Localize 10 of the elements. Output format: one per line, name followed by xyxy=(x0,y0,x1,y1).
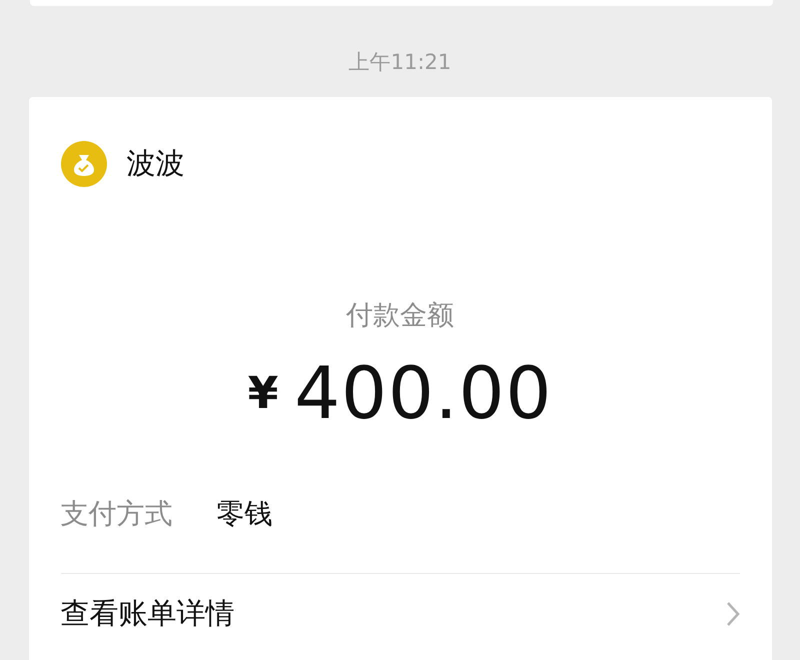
currency-symbol: ¥ xyxy=(248,368,278,418)
bill-details-link[interactable]: 查看账单详情 xyxy=(60,594,234,634)
amount-value: 400.00 xyxy=(294,351,552,435)
method-value: 零钱 xyxy=(216,496,272,532)
method-label: 支付方式 xyxy=(60,496,172,532)
money-bag-icon xyxy=(60,141,106,187)
timestamp: 上午11:21 xyxy=(348,49,452,76)
payee-name: 波波 xyxy=(126,145,184,182)
chevron-right-icon xyxy=(726,601,740,627)
amount-label: 付款金额 xyxy=(346,299,454,333)
